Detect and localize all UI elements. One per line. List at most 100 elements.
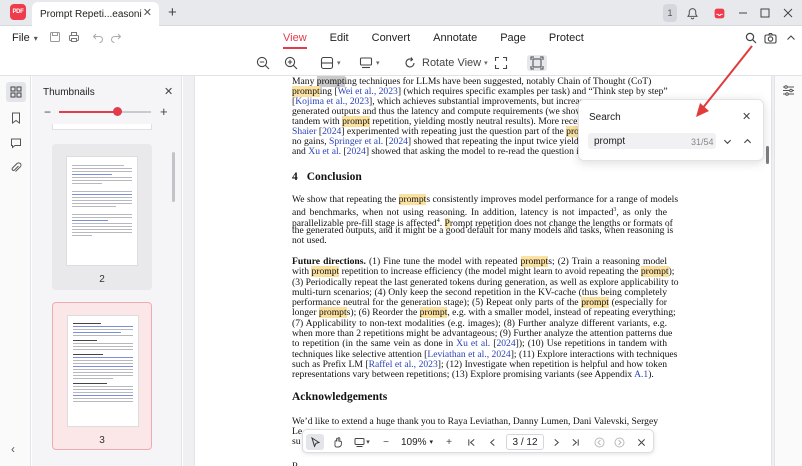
tab-annotate[interactable]: Annotate — [433, 32, 477, 49]
text-run: s); (6) Reorder the — [346, 307, 420, 318]
text-line: with prompt repetition to increase effic… — [292, 266, 674, 277]
tab-edit[interactable]: Edit — [330, 32, 349, 49]
thumbnail-zoom-fill — [59, 111, 117, 113]
title-bar: PDF Prompt Repeti...easoning LLMs ✕ + 1 — [0, 0, 802, 26]
rotate-view-dropdown[interactable]: Rotate View ▾ — [403, 55, 488, 71]
text-line: not used. — [292, 235, 667, 246]
text-run: longer — [292, 307, 319, 318]
chevron-up-icon[interactable] — [783, 30, 799, 46]
annotation-dropdown[interactable]: ▾ — [351, 434, 373, 450]
app-logo-icon[interactable]: PDF — [10, 4, 26, 20]
zoom-level-value: 109% — [400, 436, 427, 448]
thumbnail-image — [66, 156, 138, 266]
zoom-out-icon[interactable]: − — [379, 434, 393, 450]
page-layout-dropdown[interactable]: ▾ — [320, 55, 341, 71]
notification-badge[interactable]: 1 — [663, 4, 677, 22]
close-window-icon[interactable] — [780, 3, 796, 23]
thumbnails-scrollbar[interactable] — [172, 152, 175, 202]
conclusion-heading: 4 Conclusion — [292, 171, 362, 183]
text-run: the generated outputs, and it might be a… — [292, 225, 674, 236]
close-panel-icon[interactable]: ✕ — [164, 85, 173, 98]
search-panel-title: Search — [589, 112, 621, 123]
document-tab-title: Prompt Repeti...easoning LLMs — [40, 8, 142, 20]
last-page-icon[interactable] — [568, 434, 582, 450]
first-page-icon[interactable] — [464, 434, 478, 450]
inbox-icon[interactable] — [711, 3, 727, 23]
annotation-icon — [354, 437, 365, 447]
search-match-count: 31/54 — [691, 137, 714, 147]
save-icon[interactable] — [49, 31, 61, 46]
citation-link[interactable]: 2024 — [496, 338, 515, 349]
bell-icon[interactable] — [684, 3, 700, 23]
next-match-icon[interactable] — [720, 134, 734, 148]
zoom-level-dropdown[interactable]: 109% ▾ — [397, 434, 437, 450]
thumbnail-page-1-partial[interactable] — [52, 124, 152, 130]
right-rail — [774, 76, 802, 466]
zoom-in-icon[interactable] — [284, 55, 298, 71]
next-page-icon[interactable] — [549, 434, 563, 450]
tab-view[interactable]: View — [283, 32, 307, 49]
maximize-icon[interactable] — [757, 3, 773, 23]
page-navigation-bar: ▾ − 109% ▾ + 3 / 12 — [302, 429, 654, 453]
file-menu[interactable]: File ▾ — [12, 32, 38, 44]
print-icon[interactable] — [68, 31, 80, 46]
citation-link[interactable]: Xu et al. — [308, 146, 341, 157]
thumbnails-icon[interactable] — [6, 82, 26, 102]
thumbnail-zoom-handle[interactable] — [112, 107, 122, 116]
chevron-left-icon[interactable]: ‹ — [11, 442, 15, 456]
zoom-out-icon[interactable] — [256, 55, 270, 71]
view-toolbar: ▾ ▾ Rotate View ▾ — [0, 50, 802, 76]
text-run: We show that repeating the — [292, 194, 399, 205]
text-run: not used. — [292, 235, 327, 246]
tab-page[interactable]: Page — [500, 32, 526, 49]
text-run: repetition to increase efficiency (the m… — [339, 266, 641, 277]
fullscreen-icon[interactable] — [494, 55, 508, 71]
citation-link[interactable]: A.1 — [634, 369, 648, 380]
citation-link[interactable]: 2024 — [347, 146, 366, 157]
bookmark-icon[interactable] — [8, 110, 24, 126]
thumbnail-page-2[interactable]: 2 — [52, 144, 152, 290]
hand-tool-icon[interactable] — [328, 434, 346, 450]
thumbnail-image — [67, 315, 139, 427]
ocr-icon[interactable] — [527, 55, 547, 71]
select-tool-icon[interactable] — [306, 434, 324, 450]
tab-convert[interactable]: Convert — [372, 32, 411, 49]
document-tab[interactable]: Prompt Repeti...easoning LLMs ✕ — [32, 2, 159, 26]
previous-page-icon[interactable] — [485, 434, 499, 450]
text-run: with — [292, 266, 312, 277]
left-rail: ‹ — [0, 76, 31, 466]
attachment-icon[interactable] — [8, 160, 24, 176]
text-run: We’d like to extend a huge thank you to … — [292, 416, 659, 427]
rotate-icon — [405, 57, 415, 68]
display-mode-icon — [359, 57, 373, 69]
camera-icon[interactable] — [762, 30, 778, 46]
new-tab-icon[interactable]: + — [168, 4, 177, 21]
search-match: prompt — [419, 307, 448, 318]
document-scrollbar[interactable] — [766, 146, 769, 164]
display-mode-dropdown[interactable]: ▾ — [359, 55, 380, 71]
tab-protect[interactable]: Protect — [549, 32, 584, 49]
close-toolbar-icon[interactable] — [634, 434, 648, 450]
page-number-field[interactable]: 3 / 12 — [506, 434, 544, 450]
comment-icon[interactable] — [8, 135, 24, 151]
thumbnail-page-number: 3 — [99, 435, 105, 446]
citation-link[interactable]: Xu et al. — [456, 338, 490, 349]
close-tab-icon[interactable]: ✕ — [143, 6, 152, 19]
page-layout-icon — [320, 56, 334, 70]
text-run: to repetition (in the same vein as done … — [292, 338, 457, 349]
minimize-icon[interactable] — [735, 3, 751, 23]
thumbnail-zoom-in-icon[interactable]: + — [160, 104, 168, 119]
back-view-icon[interactable] — [592, 434, 606, 450]
previous-match-icon[interactable] — [740, 134, 754, 148]
undo-icon[interactable] — [92, 31, 104, 46]
redo-icon[interactable] — [110, 31, 122, 46]
text-run: ]); (10) Use repetitions in tandem with — [515, 338, 667, 349]
thumbnail-page-number: 2 — [99, 274, 105, 285]
thumbnails-title: Thumbnails — [43, 87, 95, 98]
text-run: , e.g. with a smaller model, instead of … — [447, 307, 676, 318]
thumbnail-zoom-out-icon[interactable]: − — [44, 105, 51, 119]
forward-view-icon[interactable] — [612, 434, 626, 450]
thumbnail-page-3[interactable]: 3 — [52, 302, 152, 450]
zoom-in-icon[interactable]: + — [442, 434, 456, 450]
properties-icon[interactable] — [782, 84, 796, 98]
